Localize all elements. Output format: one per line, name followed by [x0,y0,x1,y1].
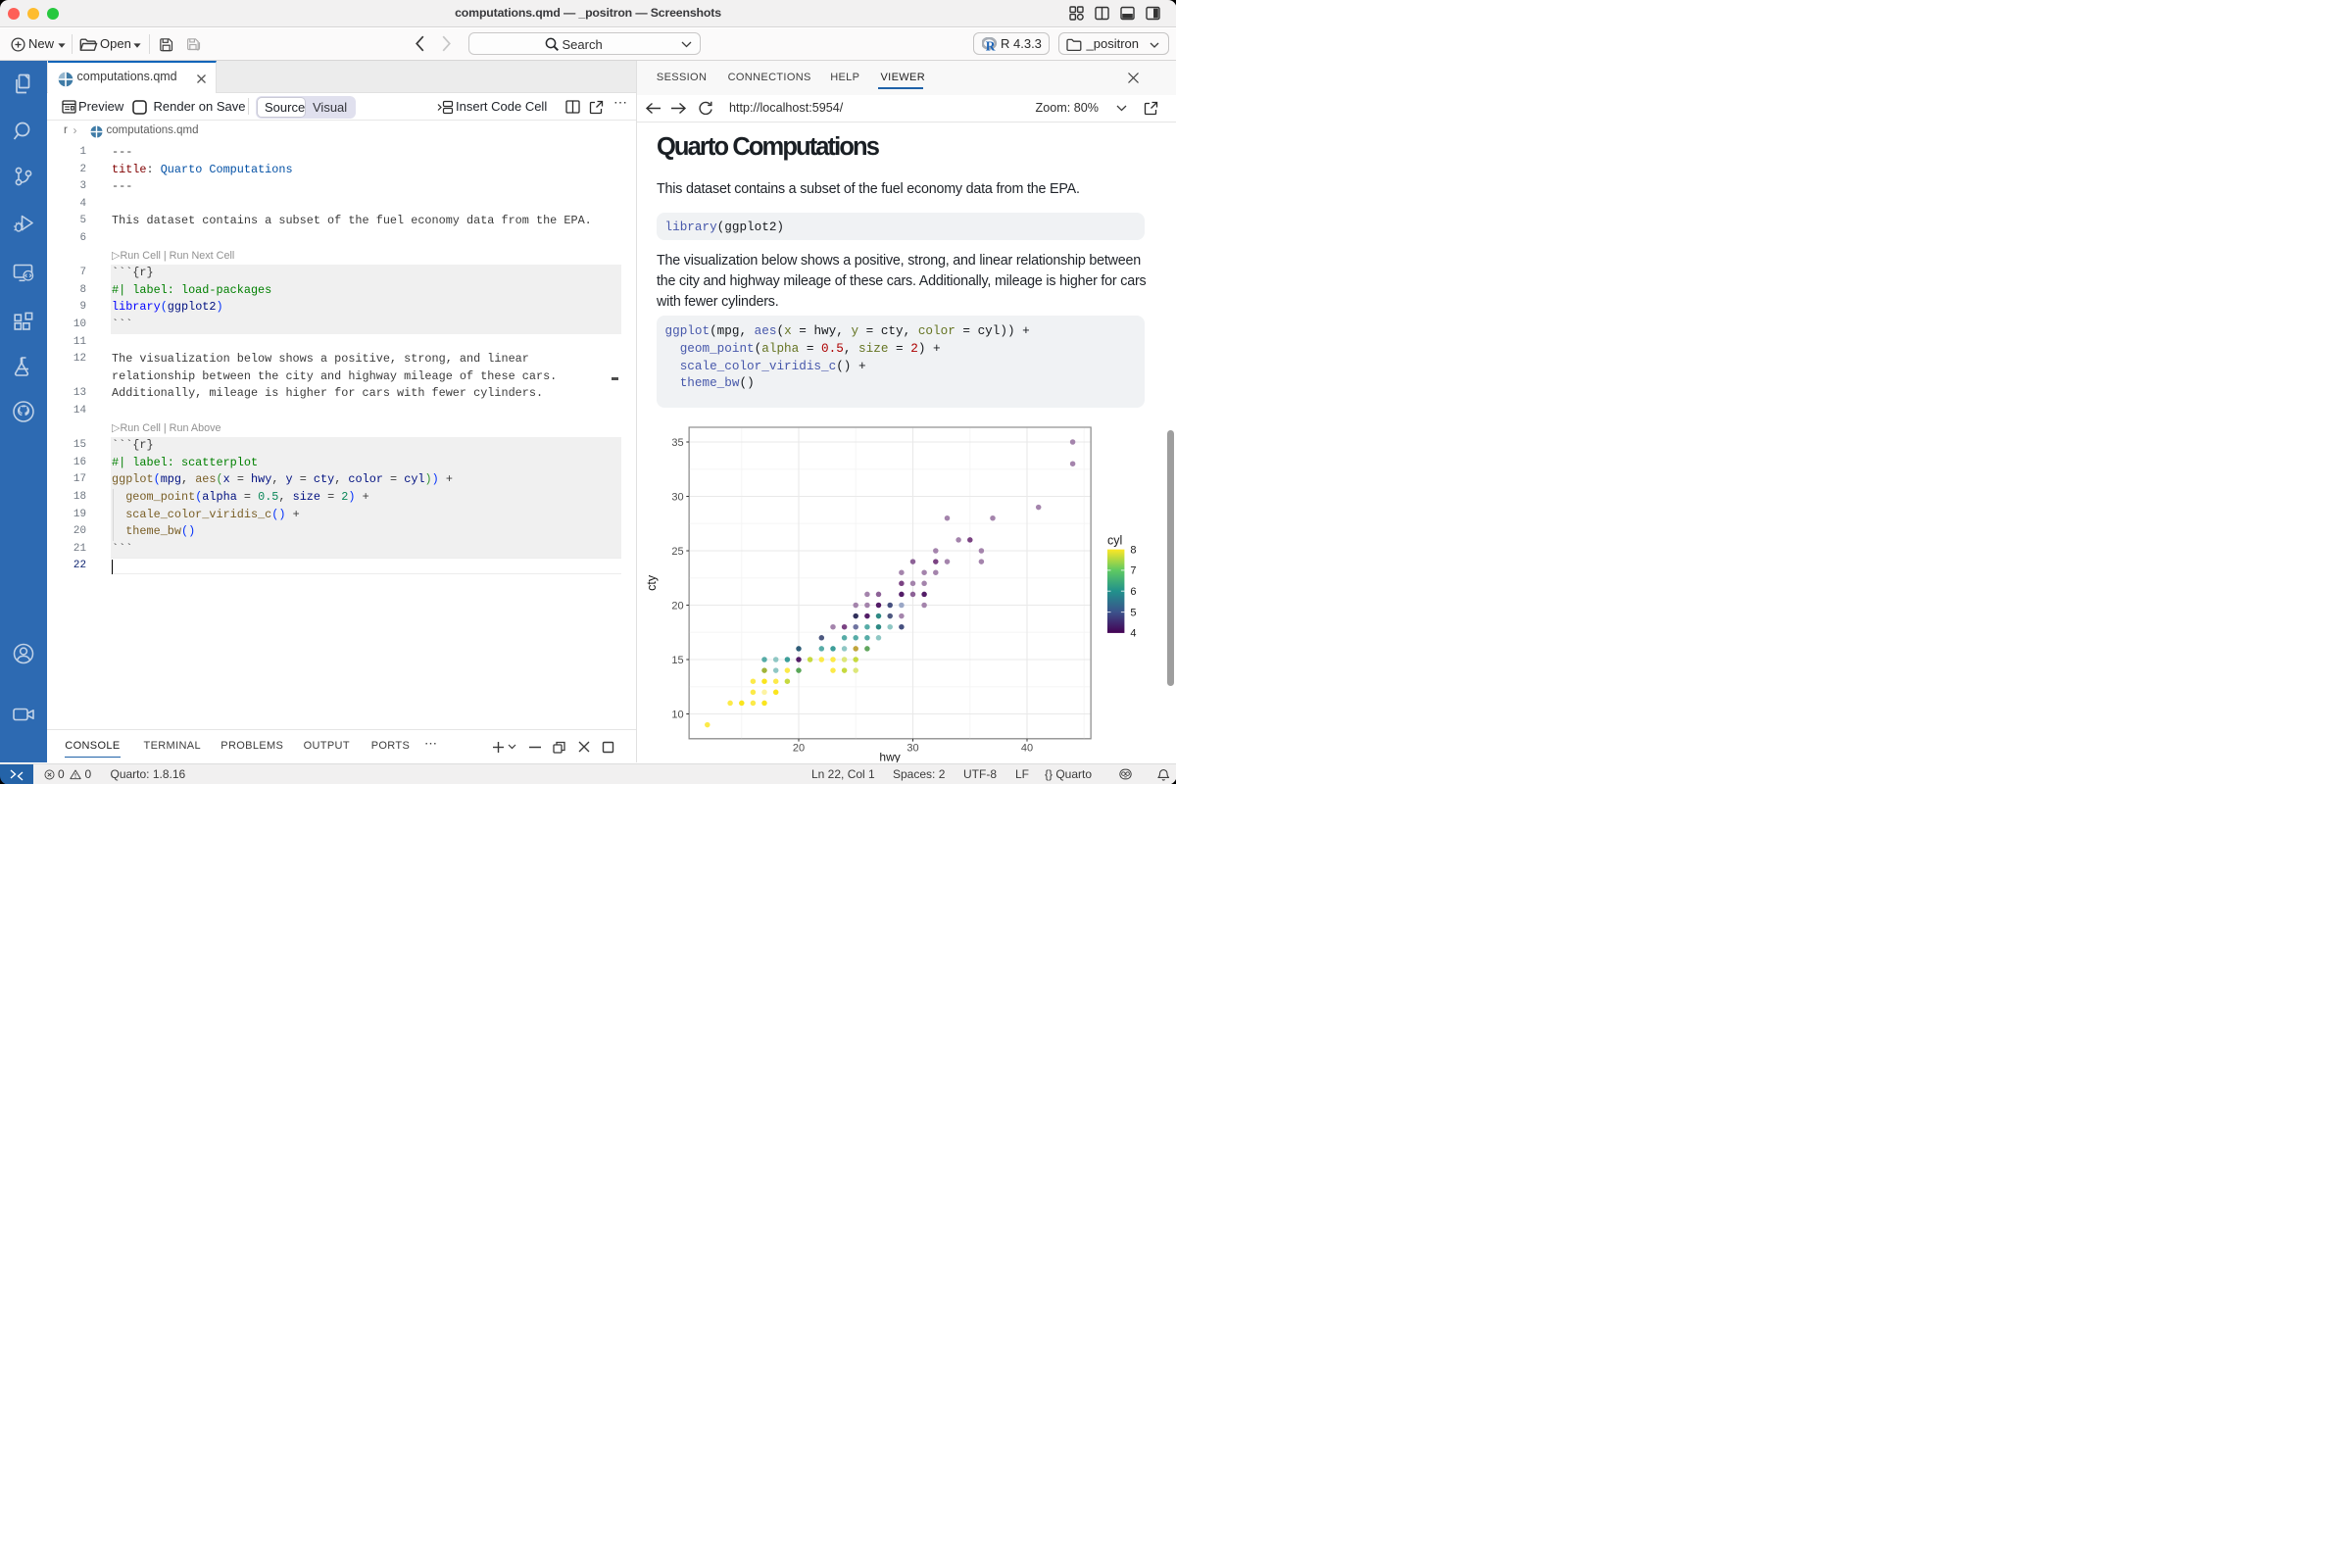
svg-text:6: 6 [1130,586,1136,598]
svg-text:cty: cty [645,574,659,591]
svg-text:8: 8 [1130,544,1136,556]
svg-text:30: 30 [671,491,683,503]
svg-text:cyl: cyl [1107,533,1122,547]
svg-text:10: 10 [671,709,683,720]
svg-text:hwy: hwy [879,750,900,762]
svg-text:35: 35 [671,436,683,448]
svg-text:15: 15 [671,654,683,665]
svg-text:R: R [986,38,996,52]
svg-text:40: 40 [1020,742,1032,754]
svg-text:20: 20 [792,742,804,754]
svg-text:4: 4 [1130,627,1136,639]
svg-text:20: 20 [671,600,683,612]
svg-text:5: 5 [1130,607,1136,618]
svg-text:25: 25 [671,545,683,557]
svg-text:30: 30 [906,742,918,754]
svg-text:7: 7 [1130,564,1136,576]
